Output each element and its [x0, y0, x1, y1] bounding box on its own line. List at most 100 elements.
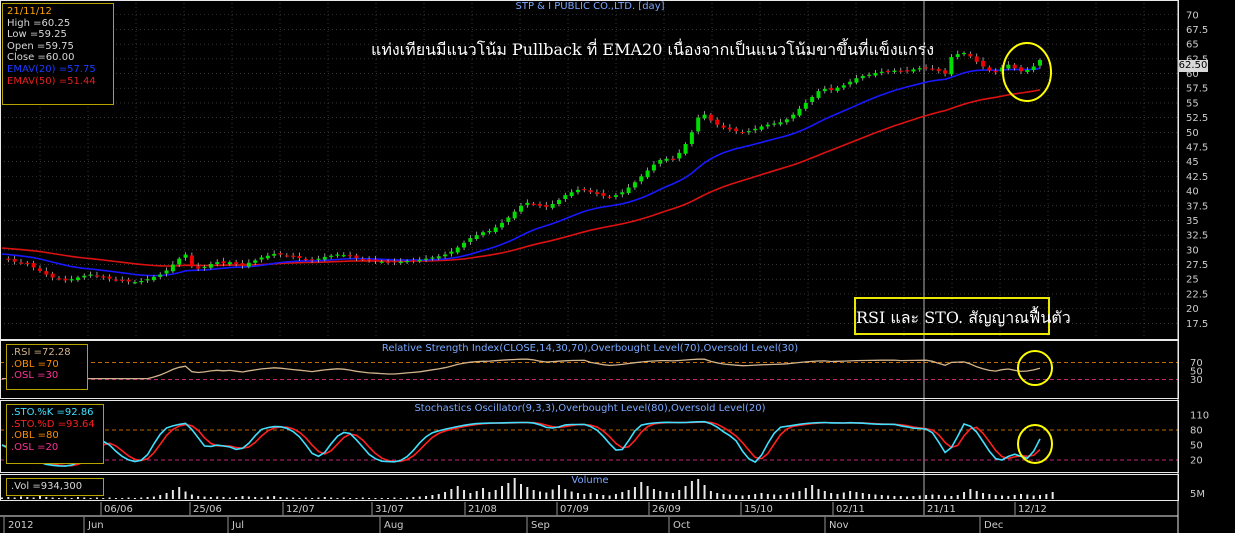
x-date-label: 07/09: [560, 504, 589, 515]
candle-up: [854, 78, 859, 83]
volume-bar: [703, 485, 706, 499]
candle-down: [107, 276, 112, 279]
candle-up: [645, 170, 650, 178]
volume-bar: [311, 498, 314, 499]
volume-bar: [690, 481, 693, 499]
info-label: Close: [7, 52, 38, 64]
volume-bar: [982, 493, 985, 499]
volume-bar: [684, 486, 687, 499]
volume-bar: [216, 496, 219, 499]
candle-up: [88, 274, 93, 276]
rsi-line: .OSL =30: [11, 370, 83, 382]
candle-up: [1006, 64, 1011, 69]
volume-bar: [785, 494, 788, 499]
volume-bar: [557, 485, 560, 499]
volume-bar: [57, 498, 60, 499]
volume-panel: Volume 5M: [1, 475, 1205, 500]
x-date-label: 21/08: [468, 504, 497, 515]
candle-up: [158, 274, 163, 277]
last-price-tag: 62.50: [1178, 60, 1208, 72]
volume-bar: [1026, 494, 1029, 499]
volume-bar: [988, 494, 991, 499]
volume-bar: [538, 491, 541, 499]
price-tick-label: 50: [1186, 128, 1199, 139]
info-label: Low: [7, 29, 30, 41]
x-axis: 06/06 25/06 12/07 31/07 21/08 07/09 26/09 15/10…: [0, 502, 1178, 533]
volume-bar: [931, 494, 934, 499]
volume-bar: [64, 497, 67, 499]
candle-down: [715, 119, 720, 125]
price-tick-label: 67.5: [1186, 25, 1208, 36]
volume-bar: [526, 487, 529, 499]
x-date-label: 12/12: [1018, 504, 1047, 515]
candle-down: [310, 259, 315, 261]
volume-bar: [425, 496, 428, 499]
y-axis-ticks: 7067.56562.56057.55552.55047.54542.54037…: [1186, 10, 1208, 330]
sto-line: .STO.%K =92.86: [11, 407, 99, 419]
volume-bar: [418, 496, 421, 499]
sto-line: .OSL =20: [11, 442, 99, 454]
volume-bar: [26, 497, 29, 499]
candle-up: [803, 102, 808, 109]
candle-up: [170, 264, 175, 272]
volume-bar: [209, 497, 212, 499]
volume-bar: [532, 490, 535, 499]
candle-down: [196, 266, 201, 269]
volume-bar: [868, 494, 871, 499]
candle-up: [696, 117, 701, 132]
candle-down: [594, 192, 599, 195]
candle-down: [63, 278, 68, 281]
volume-bar: [874, 494, 877, 499]
info-value: =60.25: [33, 17, 71, 29]
candle-down: [44, 271, 49, 275]
candle-up: [917, 68, 922, 70]
volume-bar: [906, 496, 909, 499]
candle-up: [151, 276, 156, 281]
candle-up: [265, 255, 270, 259]
volume-bar: [608, 495, 611, 499]
sto-panel-title: Stochastics Oscillator(9,3,3),Overbought…: [414, 403, 765, 414]
volume-bar: [222, 497, 225, 499]
price-tick-label: 65: [1186, 40, 1199, 51]
volume-bar: [678, 490, 681, 499]
price-tick-label: 55: [1186, 98, 1199, 109]
volume-bar: [121, 498, 124, 499]
candle-up: [784, 119, 789, 123]
candle-up: [493, 227, 498, 232]
volume-bar: [950, 496, 953, 499]
candle-up: [702, 114, 707, 119]
candle-down: [1012, 64, 1017, 69]
rsi-sto-annotation: RSI และ STO. สัญญาณฟื้นตัว: [856, 308, 1071, 327]
price-grid: [0, 0, 1178, 515]
volume-bar: [520, 484, 522, 499]
candle-down: [987, 67, 992, 71]
rsi-label: .OSL: [11, 370, 38, 382]
chart-title: STP & I PUBLIC CO.,LTD. [day]: [515, 1, 665, 12]
candle-up: [272, 253, 277, 256]
volume-bar: [640, 482, 643, 499]
volume-bar: [469, 493, 472, 499]
price-tick-label: 47.5: [1186, 142, 1208, 153]
candle-down: [670, 158, 675, 160]
volume-bar: [779, 495, 782, 499]
candle-down: [708, 114, 713, 121]
sto-label: .OSL: [11, 441, 38, 453]
candle-up: [132, 282, 137, 284]
candle-up: [892, 70, 897, 73]
sto-value: =20: [37, 441, 59, 453]
x-month-label: Aug: [384, 520, 404, 531]
candle-down: [94, 275, 99, 277]
sto-tick-label: 80: [1190, 426, 1203, 437]
volume-bar: [798, 491, 801, 499]
info-label: EMAV(20): [7, 63, 59, 75]
price-tick-label: 70: [1186, 10, 1199, 21]
volume-bar: [178, 487, 181, 499]
candle-up: [379, 261, 384, 263]
candle-up: [202, 266, 207, 269]
x-month-label: Dec: [984, 520, 1003, 531]
volume-panel-title: Volume: [571, 475, 608, 486]
volume-bar: [203, 496, 206, 499]
candle-up: [689, 132, 694, 145]
candle-down: [126, 279, 131, 282]
candle-up: [455, 247, 460, 253]
